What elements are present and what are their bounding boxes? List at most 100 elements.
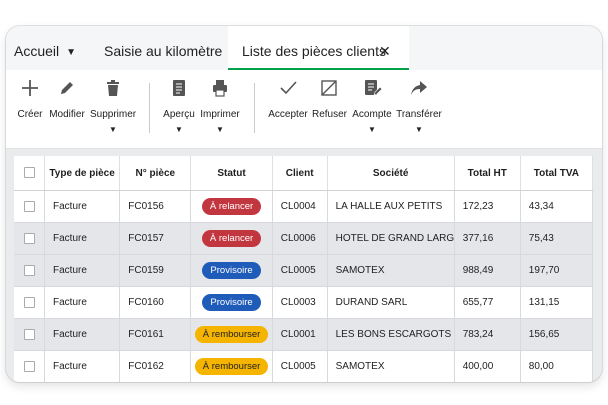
- row-checkbox[interactable]: [23, 264, 35, 276]
- close-icon[interactable]: ✕: [379, 26, 391, 76]
- tab-saisie-kilometre[interactable]: Saisie au kilomètre: [104, 26, 222, 70]
- cell-type: Facture: [44, 286, 121, 319]
- cell-num: FC0159: [119, 254, 192, 287]
- row-checkbox[interactable]: [23, 200, 35, 212]
- row-checkbox[interactable]: [23, 360, 35, 372]
- chevron-down-icon[interactable]: ▼: [90, 126, 136, 134]
- row-checkbox[interactable]: [23, 296, 35, 308]
- transfer-button[interactable]: Transférer ▼: [396, 78, 442, 134]
- cell-status: À rembourser: [190, 350, 273, 382]
- cell-num: FC0161: [119, 318, 192, 351]
- cell-company: DURAND SARL: [327, 286, 455, 319]
- header-company[interactable]: Société: [327, 156, 455, 191]
- status-badge: Provisoire: [202, 294, 261, 311]
- pencil-icon: [48, 78, 86, 102]
- cell-num: FC0156: [119, 190, 192, 223]
- tab-saisie-kilometre-label: Saisie au kilomètre: [104, 43, 223, 59]
- refuse-button[interactable]: Refuser: [312, 78, 348, 120]
- deposit-button[interactable]: Acompte ▼: [352, 78, 392, 134]
- create-button[interactable]: Créer: [16, 78, 44, 120]
- accept-button[interactable]: Accepter: [268, 78, 308, 120]
- cell-type: Facture: [44, 190, 121, 223]
- documents-table: Type de pièce N° pièce Statut Client Soc…: [14, 156, 594, 382]
- row-checkbox-cell[interactable]: [14, 222, 45, 255]
- create-label: Créer: [17, 109, 43, 120]
- app-window: Accueil ▼ Saisie au kilomètre Liste des p…: [6, 26, 602, 382]
- cell-company: HOTEL DE GRAND LARGE: [327, 222, 455, 255]
- preview-button[interactable]: Aperçu ▼: [163, 78, 195, 134]
- cell-total-tva: 131,15: [520, 286, 594, 319]
- header-total-tva[interactable]: Total TVA: [520, 156, 594, 191]
- print-label: Imprimer: [200, 109, 240, 120]
- cell-client: CL0004: [272, 190, 328, 223]
- cell-total-tva: 80,00: [520, 350, 594, 382]
- cell-num: FC0157: [119, 222, 192, 255]
- transfer-label: Transférer: [396, 109, 442, 120]
- chevron-down-icon[interactable]: ▼: [352, 126, 392, 134]
- delete-label: Supprimer: [90, 109, 137, 120]
- cell-total-tva: 197,70: [520, 254, 594, 287]
- toolbar: Créer Modifier Supprimer ▼ Aperçu ▼ Impr…: [6, 70, 602, 149]
- chevron-down-icon[interactable]: ▼: [163, 126, 195, 134]
- toolbar-divider: [254, 83, 255, 133]
- delete-button[interactable]: Supprimer ▼: [90, 78, 136, 134]
- row-checkbox-cell[interactable]: [14, 286, 45, 319]
- cell-total-ht: 172,23: [454, 190, 521, 223]
- row-checkbox-cell[interactable]: [14, 254, 45, 287]
- cell-num: FC0162: [119, 350, 192, 382]
- header-type[interactable]: Type de pièce: [44, 156, 121, 191]
- trash-icon: [90, 78, 136, 102]
- header-total-ht[interactable]: Total HT: [454, 156, 521, 191]
- chevron-down-icon[interactable]: ▼: [200, 126, 240, 134]
- row-checkbox-cell[interactable]: [14, 318, 45, 351]
- table-row[interactable]: Facture FC0156 À relancer CL0004 LA HALL…: [14, 190, 594, 223]
- cell-total-ht: 400,00: [454, 350, 521, 382]
- table-row[interactable]: Facture FC0160 Provisoire CL0003 DURAND …: [14, 286, 594, 319]
- cell-type: Facture: [44, 350, 121, 382]
- cell-company: SAMOTEX: [327, 254, 455, 287]
- modify-label: Modifier: [49, 109, 85, 120]
- select-all-checkbox[interactable]: [23, 167, 35, 179]
- share-arrow-icon: [396, 78, 442, 102]
- cell-total-tva: 75,43: [520, 222, 594, 255]
- plus-icon: [16, 78, 44, 102]
- row-checkbox-cell[interactable]: [14, 190, 45, 223]
- cell-total-tva: 43,34: [520, 190, 594, 223]
- header-status[interactable]: Statut: [190, 156, 273, 191]
- document-icon: [163, 78, 195, 102]
- header-client[interactable]: Client: [272, 156, 328, 191]
- table-row[interactable]: Facture FC0162 À rembourser CL0005 SAMOT…: [14, 350, 594, 382]
- cell-total-tva: 156,65: [520, 318, 594, 351]
- printer-icon: [200, 78, 240, 102]
- modify-button[interactable]: Modifier: [48, 78, 86, 120]
- row-checkbox[interactable]: [23, 232, 35, 244]
- cell-status: À relancer: [190, 222, 273, 255]
- chevron-down-icon[interactable]: ▼: [396, 126, 442, 134]
- checkmark-icon: [268, 78, 308, 102]
- cell-company: LES BONS ESCARGOTS: [327, 318, 455, 351]
- cell-total-ht: 655,77: [454, 286, 521, 319]
- cell-type: Facture: [44, 222, 121, 255]
- cell-company: LA HALLE AUX PETITS: [327, 190, 455, 223]
- cell-type: Facture: [44, 318, 121, 351]
- table-row[interactable]: Facture FC0161 À rembourser CL0001 LES B…: [14, 318, 594, 351]
- status-badge: Provisoire: [202, 262, 261, 279]
- home-dropdown[interactable]: Accueil ▼: [14, 26, 76, 70]
- header-num[interactable]: N° pièce: [119, 156, 192, 191]
- refuse-label: Refuser: [312, 109, 348, 120]
- tab-bar: Accueil ▼ Saisie au kilomètre Liste des p…: [6, 26, 602, 70]
- print-button[interactable]: Imprimer ▼: [200, 78, 240, 134]
- tab-liste-pieces-clients[interactable]: Liste des pièces clients ✕: [228, 26, 409, 70]
- row-checkbox-cell[interactable]: [14, 350, 45, 382]
- cell-status: Provisoire: [190, 254, 273, 287]
- cell-client: CL0005: [272, 350, 328, 382]
- preview-label: Aperçu: [163, 109, 195, 120]
- cell-client: CL0006: [272, 222, 328, 255]
- table-row[interactable]: Facture FC0159 Provisoire CL0005 SAMOTEX…: [14, 254, 594, 287]
- status-badge: À relancer: [201, 198, 262, 215]
- cell-total-ht: 783,24: [454, 318, 521, 351]
- cell-client: CL0005: [272, 254, 328, 287]
- row-checkbox[interactable]: [23, 328, 35, 340]
- select-all-checkbox-cell[interactable]: [14, 156, 45, 191]
- table-row[interactable]: Facture FC0157 À relancer CL0006 HOTEL D…: [14, 222, 594, 255]
